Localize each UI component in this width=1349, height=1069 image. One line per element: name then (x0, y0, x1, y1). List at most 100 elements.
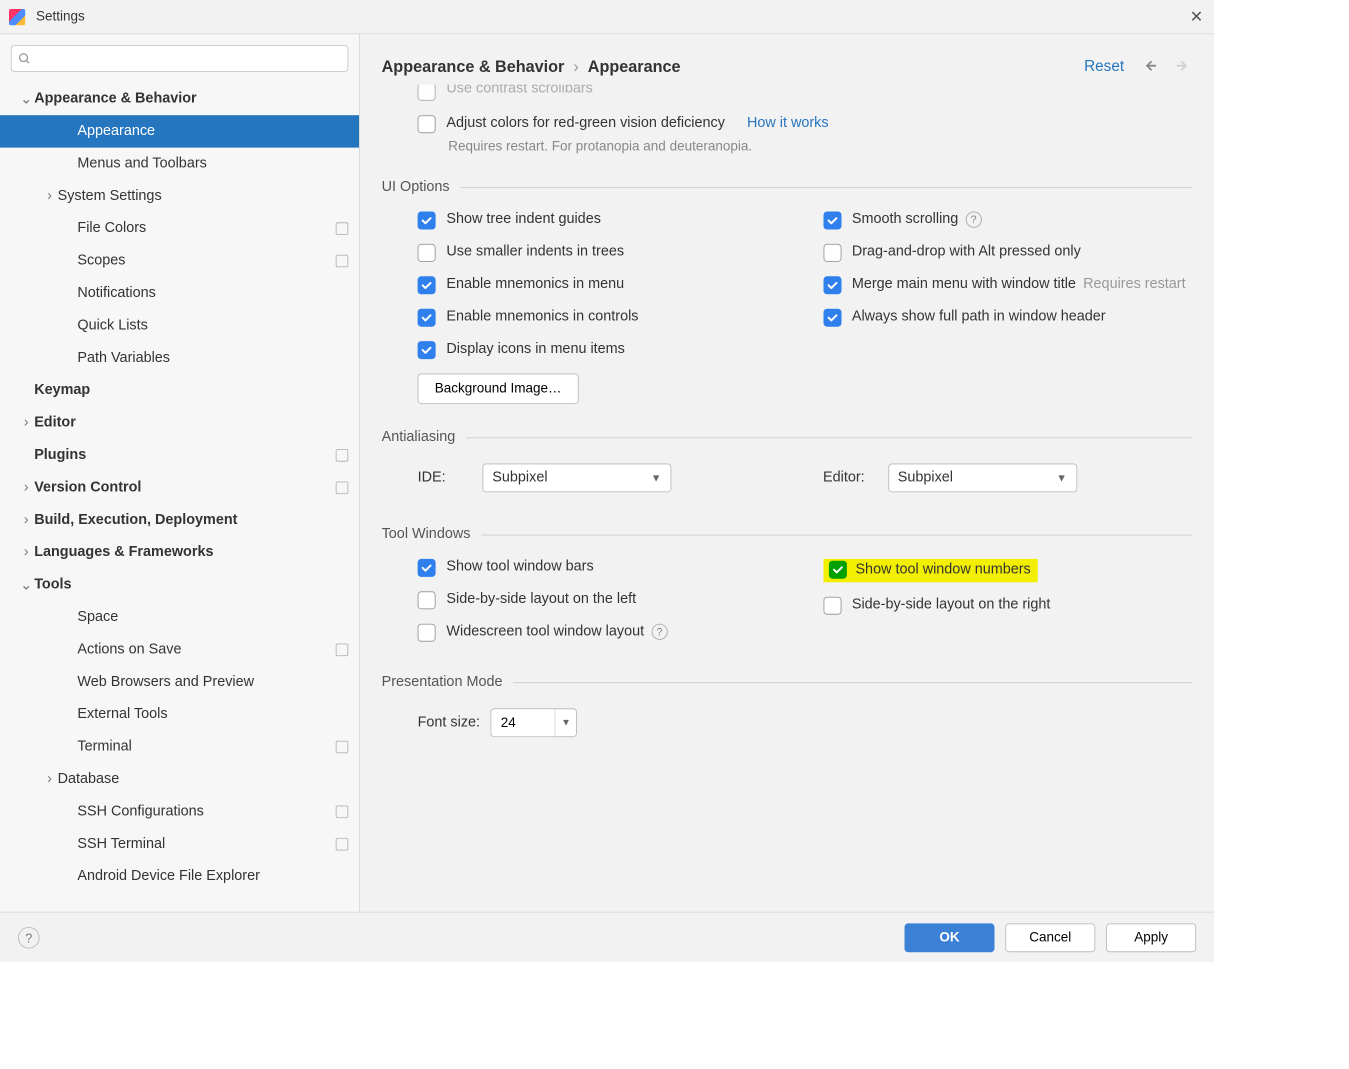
tree-item[interactable]: Menus and Toolbars (0, 148, 359, 180)
option-row: Display icons in menu items (382, 334, 769, 366)
tree-item[interactable]: SSH Configurations (0, 796, 359, 828)
checkbox-adjust-colors[interactable] (418, 115, 436, 133)
tree-item[interactable]: Android Device File Explorer (0, 860, 359, 892)
checkbox[interactable] (418, 244, 436, 262)
checkbox[interactable] (823, 244, 841, 262)
project-badge-icon (336, 741, 349, 754)
checkbox[interactable] (823, 597, 841, 615)
tree-item-label: Path Variables (77, 350, 170, 366)
chevron-down-icon: ▼ (651, 472, 662, 485)
option-row: Always show full path in window header (805, 302, 1192, 334)
checkbox[interactable] (418, 624, 436, 642)
option-hint: Requires restart (1083, 276, 1185, 291)
breadcrumb-root[interactable]: Appearance & Behavior (382, 57, 565, 76)
option-label: Always show full path in window header (852, 309, 1106, 324)
tree-item[interactable]: Appearance (0, 115, 359, 147)
tree-item[interactable]: Path Variables (0, 342, 359, 374)
chevron-icon: › (41, 771, 57, 787)
tree-item[interactable]: External Tools (0, 698, 359, 730)
tree-item-label: Build, Execution, Deployment (34, 512, 237, 528)
tree-item-label: Scopes (77, 253, 125, 269)
tree-item-label: Appearance & Behavior (34, 91, 196, 107)
background-image-button[interactable]: Background Image… (418, 374, 579, 405)
tree-item[interactable]: ⌄Appearance & Behavior (0, 83, 359, 115)
option-row: Side-by-side layout on the right (805, 590, 1192, 622)
tree-item[interactable]: ›Languages & Frameworks (0, 536, 359, 568)
chevron-down-icon[interactable]: ▼ (555, 709, 577, 736)
section-antialiasing: Antialiasing (382, 429, 1193, 445)
tree-item[interactable]: File Colors (0, 212, 359, 244)
nav-forward-icon (1175, 56, 1193, 77)
tree-item[interactable]: ›Version Control (0, 472, 359, 504)
label-font-size: Font size: (418, 715, 480, 731)
font-size-stepper[interactable]: ▼ (491, 708, 577, 737)
checkbox[interactable] (418, 341, 436, 359)
tree-item[interactable]: ›Editor (0, 407, 359, 439)
option-row: Drag-and-drop with Alt pressed only (805, 237, 1192, 269)
tree-item[interactable]: ›System Settings (0, 180, 359, 212)
checkbox-contrast-scrollbars[interactable] (418, 85, 436, 101)
tree-item[interactable]: Scopes (0, 245, 359, 277)
option-row: Merge main menu with window title Require… (805, 269, 1192, 301)
tree-item-label: Space (77, 609, 118, 625)
option-label: Drag-and-drop with Alt pressed only (852, 244, 1081, 259)
tree-item-label: Version Control (34, 480, 141, 496)
tree-item[interactable]: Actions on Save (0, 634, 359, 666)
tree-item-label: Editor (34, 415, 76, 431)
tree-item[interactable]: ›Build, Execution, Deployment (0, 504, 359, 536)
checkbox[interactable] (418, 559, 436, 577)
tree-item[interactable]: SSH Terminal (0, 828, 359, 860)
checkbox[interactable] (823, 212, 841, 230)
help-icon[interactable]: ? (966, 212, 982, 228)
tree-item[interactable]: Plugins (0, 439, 359, 471)
project-badge-icon (336, 838, 349, 851)
help-icon[interactable]: ? (651, 624, 667, 640)
checkbox[interactable] (418, 309, 436, 327)
label-aa-editor: Editor: (823, 470, 877, 486)
option-label: Enable mnemonics in menu (446, 276, 624, 291)
tree-item[interactable]: Notifications (0, 277, 359, 309)
ok-button[interactable]: OK (905, 923, 995, 952)
help-icon[interactable]: ? (18, 927, 40, 949)
link-how-it-works[interactable]: How it works (747, 115, 829, 130)
tree-item[interactable]: Web Browsers and Preview (0, 666, 359, 698)
tree-item[interactable]: ›Database (0, 763, 359, 795)
tree-item-label: Menus and Toolbars (77, 156, 206, 172)
apply-button[interactable]: Apply (1106, 923, 1196, 952)
search-icon (18, 52, 31, 65)
font-size-input[interactable] (492, 709, 555, 736)
chevron-right-icon: › (573, 57, 578, 76)
option-label: Show tree indent guides (446, 212, 601, 227)
titlebar: Settings ✕ (0, 0, 1214, 34)
checkbox[interactable] (823, 276, 841, 294)
checkbox[interactable] (828, 561, 846, 579)
tree-item[interactable]: Quick Lists (0, 310, 359, 342)
tree-item[interactable]: ⌄Tools (0, 569, 359, 601)
option-row: Show tree indent guides (382, 204, 769, 236)
search-input[interactable] (11, 45, 349, 72)
label-contrast-scrollbars: Use contrast scrollbars (446, 85, 592, 98)
chevron-down-icon: ▼ (1056, 472, 1067, 485)
project-badge-icon (336, 806, 349, 819)
tree-item[interactable]: Space (0, 601, 359, 633)
tree-item[interactable]: Keymap (0, 374, 359, 406)
nav-back-icon[interactable] (1140, 56, 1158, 77)
checkbox[interactable] (418, 591, 436, 609)
select-aa-ide[interactable]: Subpixel▼ (482, 464, 671, 493)
checkbox[interactable] (418, 276, 436, 294)
select-aa-editor[interactable]: Subpixel▼ (888, 464, 1077, 493)
option-label: Smooth scrolling (852, 212, 958, 227)
tree-item[interactable]: Terminal (0, 731, 359, 763)
project-badge-icon (336, 449, 349, 462)
tree-item-label: Tools (34, 577, 71, 593)
project-badge-icon (336, 222, 349, 235)
reset-link[interactable]: Reset (1084, 58, 1124, 76)
cancel-button[interactable]: Cancel (1005, 923, 1095, 952)
breadcrumb: Appearance & Behavior › Appearance (382, 57, 681, 76)
tree-item-label: Appearance (77, 123, 155, 139)
checkbox[interactable] (418, 212, 436, 230)
option-label: Merge main menu with window title (852, 276, 1076, 291)
close-icon[interactable]: ✕ (1190, 7, 1204, 26)
checkbox[interactable] (823, 309, 841, 327)
tree-item-label: Android Device File Explorer (77, 869, 259, 885)
